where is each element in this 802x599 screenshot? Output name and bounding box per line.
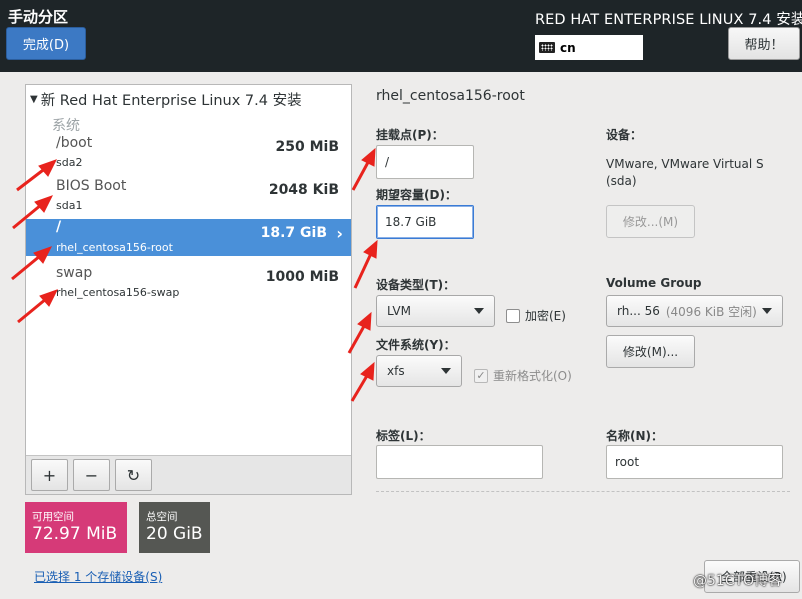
available-space-value: 72.97 MiB bbox=[32, 524, 118, 544]
encrypt-checkbox[interactable]: 加密(E) bbox=[506, 307, 566, 324]
annotation-arrow-icon bbox=[347, 311, 372, 354]
keyboard-icon bbox=[539, 42, 555, 53]
mount-item-name: /boot bbox=[56, 135, 93, 151]
mount-item-size: 1000 MiB bbox=[265, 269, 339, 285]
mount-item-name: / bbox=[56, 219, 62, 235]
filesystem-select[interactable]: xfs bbox=[376, 355, 462, 387]
total-space-value: 20 GiB bbox=[146, 524, 203, 544]
annotation-arrow-icon bbox=[351, 147, 376, 191]
checkmark-icon: ✓ bbox=[474, 368, 488, 383]
available-space-label: 可用空间 bbox=[32, 511, 74, 523]
mount-item-size: 18.7 GiB bbox=[260, 225, 327, 241]
reformat-checkbox[interactable]: ✓ 重新格式化(O) bbox=[474, 367, 572, 384]
mount-point-list: ▼ 新 Red Hat Enterprise Linux 7.4 安装 系统 /… bbox=[25, 84, 352, 495]
mount-item-boot[interactable]: /boot sda2 250 MiB bbox=[26, 135, 351, 175]
mount-toolbar: + − ↻ bbox=[26, 455, 351, 494]
volume-group-free: (4096 KiB 空闲) bbox=[665, 304, 757, 319]
refresh-icon: ↻ bbox=[126, 465, 141, 485]
name-input[interactable]: root bbox=[606, 445, 783, 479]
mount-item-root[interactable]: / rhel_centosa156-root 18.7 GiB › bbox=[26, 219, 351, 256]
remove-mount-button[interactable]: − bbox=[73, 459, 110, 491]
device-type-label: 设备类型(T)： bbox=[376, 278, 456, 292]
add-mount-button[interactable]: + bbox=[31, 459, 68, 491]
reformat-label: 重新格式化(O) bbox=[493, 369, 572, 383]
available-space-box: 可用空间 72.97 MiB bbox=[25, 502, 127, 553]
plus-icon: + bbox=[42, 465, 57, 485]
dropdown-arrow-icon bbox=[474, 308, 484, 314]
help-button[interactable]: 帮助！ bbox=[728, 27, 800, 60]
device-description: VMware, VMware Virtual S (sda) bbox=[606, 157, 764, 188]
install-group-header[interactable]: ▼ 新 Red Hat Enterprise Linux 7.4 安装 bbox=[30, 89, 302, 110]
capacity-label: 期望容量(D)： bbox=[376, 188, 457, 202]
keyboard-layout-label: cn bbox=[560, 40, 576, 55]
mount-point-label: 挂载点(P)： bbox=[376, 128, 444, 142]
mount-item-device: rhel_centosa156-swap bbox=[56, 286, 180, 299]
mount-item-name: BIOS Boot bbox=[56, 178, 127, 194]
mount-item-device: sda2 bbox=[56, 156, 83, 169]
device-type-select[interactable]: LVM bbox=[376, 295, 495, 327]
annotation-arrow-icon bbox=[350, 361, 375, 402]
mount-item-bios-boot[interactable]: BIOS Boot sda1 2048 KiB bbox=[26, 178, 351, 218]
minus-icon: − bbox=[84, 465, 99, 485]
dropdown-arrow-icon bbox=[441, 368, 451, 374]
install-group-title: 新 Red Hat Enterprise Linux 7.4 安装 bbox=[40, 93, 302, 109]
page-title: 手动分区 bbox=[8, 8, 69, 26]
capacity-input[interactable]: 18.7 GiB bbox=[376, 205, 474, 239]
mount-item-device: rhel_centosa156-root bbox=[56, 241, 173, 254]
volume-group-select[interactable]: rh... 56 (4096 KiB 空闲) bbox=[606, 295, 783, 327]
devices-label: 设备： bbox=[606, 128, 643, 142]
volume-group-label: Volume Group bbox=[606, 276, 702, 290]
detail-title: rhel_centosa156-root bbox=[376, 88, 525, 104]
modify-volume-group-button[interactable]: 修改(M)... bbox=[606, 335, 695, 368]
dropdown-arrow-icon bbox=[762, 308, 772, 314]
section-system-label: 系统 bbox=[52, 118, 80, 134]
watermark: @51CTO博客 bbox=[693, 573, 783, 589]
name-label: 名称(N)： bbox=[606, 429, 664, 443]
divider bbox=[376, 491, 790, 492]
annotation-arrow-icon bbox=[353, 239, 378, 289]
total-space-label: 总空间 bbox=[146, 511, 178, 523]
refresh-button[interactable]: ↻ bbox=[115, 459, 152, 491]
mount-item-device: sda1 bbox=[56, 199, 83, 212]
checkbox-box bbox=[506, 308, 520, 323]
total-space-box: 总空间 20 GiB bbox=[139, 502, 210, 553]
keyboard-layout-indicator[interactable]: cn bbox=[535, 35, 643, 60]
mount-point-input[interactable]: / bbox=[376, 145, 474, 179]
chevron-right-icon: › bbox=[336, 224, 343, 243]
volume-group-value: rh... 56 bbox=[617, 304, 660, 318]
filesystem-value: xfs bbox=[387, 364, 405, 378]
mount-item-swap[interactable]: swap rhel_centosa156-swap 1000 MiB bbox=[26, 265, 351, 305]
device-type-value: LVM bbox=[387, 304, 411, 318]
done-button[interactable]: 完成(D) bbox=[6, 27, 86, 60]
product-title: RED HAT ENTERPRISE LINUX 7.4 安装 bbox=[535, 12, 802, 28]
encrypt-label: 加密(E) bbox=[525, 309, 566, 323]
mount-item-name: swap bbox=[56, 265, 93, 281]
storage-devices-link[interactable]: 已选择 1 个存储设备(S) bbox=[34, 568, 162, 585]
expander-triangle-icon: ▼ bbox=[30, 94, 38, 105]
filesystem-label: 文件系统(Y)： bbox=[376, 338, 456, 352]
mount-item-size: 2048 KiB bbox=[268, 182, 339, 198]
mount-item-size: 250 MiB bbox=[275, 139, 340, 155]
tag-input[interactable] bbox=[376, 445, 543, 479]
modify-device-button[interactable]: 修改...(M) bbox=[606, 205, 695, 238]
tag-label: 标签(L)： bbox=[376, 429, 431, 443]
